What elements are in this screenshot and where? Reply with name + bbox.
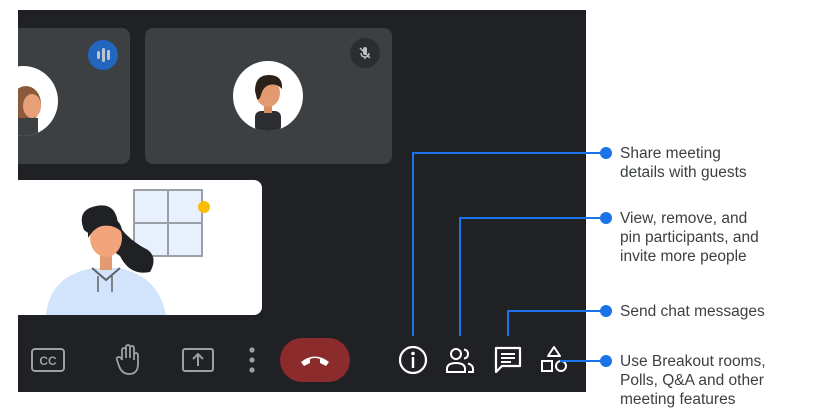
participant-avatar-left <box>18 66 58 136</box>
svg-text:CC: CC <box>39 354 57 368</box>
present-screen-icon <box>182 348 214 372</box>
speaking-indicator-icon <box>88 40 118 70</box>
more-options-button[interactable] <box>240 340 264 380</box>
self-view-illustration <box>46 189 210 315</box>
callout-activities: Use Breakout rooms, Polls, Q&A and other… <box>620 353 766 408</box>
self-view-tile[interactable] <box>18 180 262 315</box>
microphone-off-icon <box>350 38 380 68</box>
activities-button[interactable] <box>534 340 574 380</box>
callout-people: View, remove, and pin participants, and … <box>620 210 759 265</box>
participant-tile-right[interactable] <box>145 28 392 164</box>
callout-chat: Send chat messages <box>620 303 765 320</box>
present-screen-button[interactable] <box>176 338 220 382</box>
meeting-window: CC <box>18 10 586 392</box>
captions-button[interactable]: CC <box>28 340 68 380</box>
raise-hand-icon <box>115 344 139 375</box>
people-icon <box>446 348 474 373</box>
participant-tile-left[interactable] <box>18 28 130 164</box>
more-options-icon <box>249 347 255 373</box>
hang-up-icon <box>301 356 329 366</box>
chat-button[interactable] <box>488 340 528 380</box>
callout-meeting-details: Share meeting details with guests <box>620 145 747 181</box>
raise-hand-button[interactable] <box>106 338 150 382</box>
callout-marker-meeting-details <box>600 147 612 159</box>
participant-avatar-right <box>233 61 303 131</box>
meeting-details-icon <box>398 345 428 375</box>
chat-icon <box>494 346 522 374</box>
captions-icon: CC <box>31 348 65 372</box>
callout-marker-people <box>600 212 612 224</box>
callout-marker-activities <box>600 355 612 367</box>
callout-marker-chat <box>600 305 612 317</box>
people-button[interactable] <box>440 340 480 380</box>
activities-icon <box>541 346 567 372</box>
meeting-details-button[interactable] <box>393 340 433 380</box>
hang-up-button[interactable] <box>280 338 350 382</box>
